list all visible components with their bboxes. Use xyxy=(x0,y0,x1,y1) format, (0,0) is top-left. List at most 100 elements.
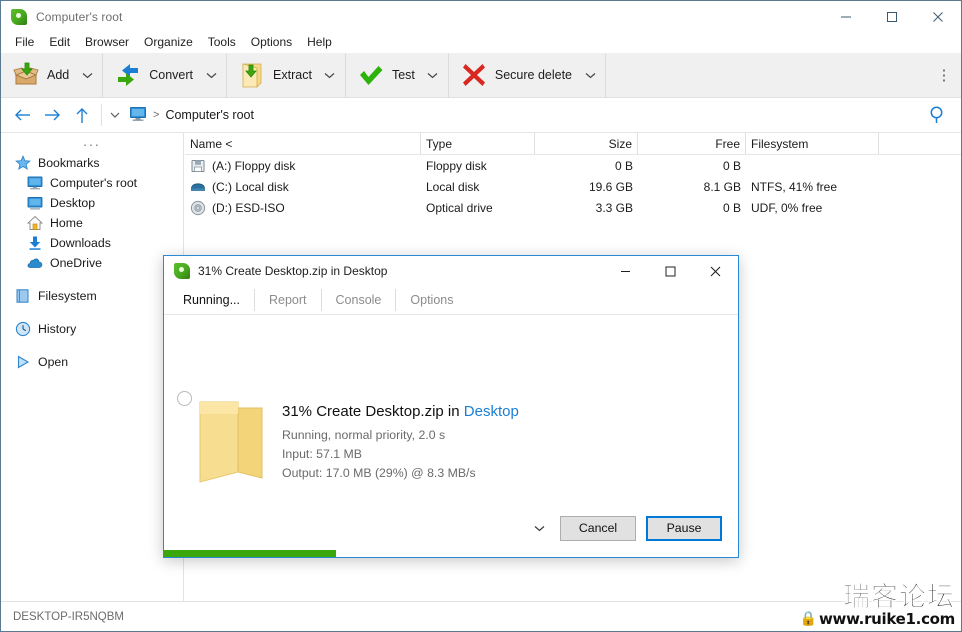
sidebar-item-open[interactable]: Open xyxy=(1,352,183,372)
floppy-disk-icon xyxy=(190,158,206,174)
menu-tools[interactable]: Tools xyxy=(201,33,243,52)
cell-size: 3.3 GB xyxy=(595,200,633,215)
star-icon xyxy=(15,155,31,171)
convert-dropdown-chevron-down-icon[interactable] xyxy=(200,56,222,94)
sidebar-item-downloads[interactable]: Downloads xyxy=(1,233,183,253)
address-history-chevron-down-icon[interactable] xyxy=(106,103,124,127)
secure-delete-dropdown-chevron-down-icon[interactable] xyxy=(579,56,601,94)
dialog-window-controls xyxy=(603,256,738,286)
sidebar-label: Open xyxy=(38,355,69,369)
overflow-menu-icon[interactable]: ⋮ xyxy=(933,53,955,98)
cell-free: 0 B xyxy=(722,200,741,215)
column-header-free[interactable]: Free xyxy=(638,133,746,154)
menu-organize[interactable]: Organize xyxy=(137,33,200,52)
progress-bar-fill xyxy=(164,550,337,557)
statusbar: DESKTOP-IR5NQBM xyxy=(1,601,961,631)
secure-delete-button[interactable]: Secure delete xyxy=(453,56,579,94)
peazip-window: Computer's root File Edit Browser Organi… xyxy=(0,0,962,632)
up-arrow-icon[interactable] xyxy=(67,100,97,130)
home-icon xyxy=(26,215,44,231)
cancel-button[interactable]: Cancel xyxy=(560,515,636,541)
toolbar-group-secure-delete: Secure delete xyxy=(449,52,607,98)
dialog-titlebar: 31% Create Desktop.zip in Desktop xyxy=(164,256,738,286)
menu-browser[interactable]: Browser xyxy=(78,33,136,52)
progress-bar xyxy=(164,550,738,557)
tab-console[interactable]: Console xyxy=(322,289,397,311)
play-triangle-icon xyxy=(15,354,31,370)
toolbar-group-add: Add xyxy=(1,52,104,98)
test-dropdown-chevron-down-icon[interactable] xyxy=(422,56,444,94)
menu-edit[interactable]: Edit xyxy=(42,33,77,52)
menu-help[interactable]: Help xyxy=(300,33,339,52)
add-button[interactable]: Add xyxy=(5,56,76,94)
add-dropdown-chevron-down-icon[interactable] xyxy=(76,56,98,94)
table-row[interactable]: (A:) Floppy disk Floppy disk 0 B 0 B xyxy=(185,155,961,176)
menu-options[interactable]: Options xyxy=(244,33,299,52)
tab-options[interactable]: Options xyxy=(396,289,467,311)
tab-report[interactable]: Report xyxy=(255,289,322,311)
extract-dropdown-chevron-down-icon[interactable] xyxy=(319,56,341,94)
maximize-icon[interactable] xyxy=(869,1,915,32)
add-box-icon xyxy=(12,61,40,89)
breadcrumb[interactable]: > Computer's root xyxy=(124,103,259,128)
column-header-size[interactable]: Size xyxy=(535,133,638,154)
dialog-output-line: Output: 17.0 MB (29%) @ 8.3 MB/s xyxy=(282,466,476,480)
dialog-footer-chevron-down-icon[interactable] xyxy=(528,517,550,539)
extract-folder-icon xyxy=(238,61,266,89)
sidebar-item-home[interactable]: Home xyxy=(1,213,183,233)
tab-running[interactable]: Running... xyxy=(178,289,255,311)
table-row[interactable]: (D:) ESD-ISO Optical drive 3.3 GB 0 B UD… xyxy=(185,197,961,218)
column-header-type[interactable]: Type xyxy=(421,133,535,154)
dialog-input-line: Input: 57.1 MB xyxy=(282,447,362,461)
minimize-icon[interactable] xyxy=(603,256,648,286)
addressbar-divider xyxy=(101,104,102,126)
dialog-body: 31% Create Desktop.zip in Desktop Runnin… xyxy=(164,315,738,515)
sidebar-label: Bookmarks xyxy=(38,156,100,170)
sidebar-item-filesystem[interactable]: Filesystem xyxy=(1,286,183,306)
dialog-tabs: Running... Report Console Options xyxy=(164,286,738,315)
convert-label: Convert xyxy=(149,68,194,82)
dialog-destination-link[interactable]: Desktop xyxy=(464,403,519,420)
pause-button[interactable]: Pause xyxy=(646,515,722,541)
dialog-heading: 31% Create Desktop.zip in Desktop xyxy=(282,403,519,420)
close-icon[interactable] xyxy=(693,256,738,286)
breadcrumb-path: Computer's root xyxy=(165,108,254,122)
sidebar-item-bookmarks[interactable]: Bookmarks xyxy=(1,153,183,173)
maximize-icon[interactable] xyxy=(648,256,693,286)
peazip-logo-icon xyxy=(11,8,27,25)
sidebar-item-desktop[interactable]: Desktop xyxy=(1,193,183,213)
sidebar-item-computers-root[interactable]: Computer's root xyxy=(1,173,183,193)
test-button[interactable]: Test xyxy=(350,56,422,94)
computer-monitor-icon xyxy=(27,175,43,191)
spinner-icon xyxy=(177,391,192,406)
extract-button[interactable]: Extract xyxy=(231,56,319,94)
back-arrow-icon[interactable] xyxy=(7,100,37,130)
cell-type: Floppy disk xyxy=(426,158,487,173)
sidebar-item-onedrive[interactable]: OneDrive xyxy=(1,253,183,273)
forward-arrow-icon[interactable] xyxy=(37,100,67,130)
dialog-footer: Cancel Pause xyxy=(164,509,738,547)
column-header-filesystem[interactable]: Filesystem xyxy=(746,133,879,154)
hard-disk-icon xyxy=(190,179,206,195)
column-header-name[interactable]: Name < xyxy=(185,133,421,154)
convert-button[interactable]: Convert xyxy=(107,56,200,94)
red-x-icon xyxy=(460,61,488,89)
sidebar-item-history[interactable]: History xyxy=(1,319,183,339)
menu-file[interactable]: File xyxy=(8,33,41,52)
column-header-extra[interactable] xyxy=(879,133,961,154)
sidebar-label: OneDrive xyxy=(50,256,102,270)
dialog-title: 31% Create Desktop.zip in Desktop xyxy=(198,264,388,278)
sidebar-overflow-dots[interactable]: ... xyxy=(1,134,183,153)
extract-label: Extract xyxy=(273,68,312,82)
cell-filesystem: UDF, 0% free xyxy=(751,200,823,215)
minimize-icon[interactable] xyxy=(823,1,869,32)
search-icon[interactable] xyxy=(927,104,949,126)
peazip-logo-icon xyxy=(174,263,190,279)
table-row[interactable]: (C:) Local disk Local disk 19.6 GB 8.1 G… xyxy=(185,176,961,197)
close-icon[interactable] xyxy=(915,1,961,32)
cell-type: Local disk xyxy=(426,179,480,194)
breadcrumb-separator: > xyxy=(153,109,160,121)
folder-icon xyxy=(198,400,264,484)
